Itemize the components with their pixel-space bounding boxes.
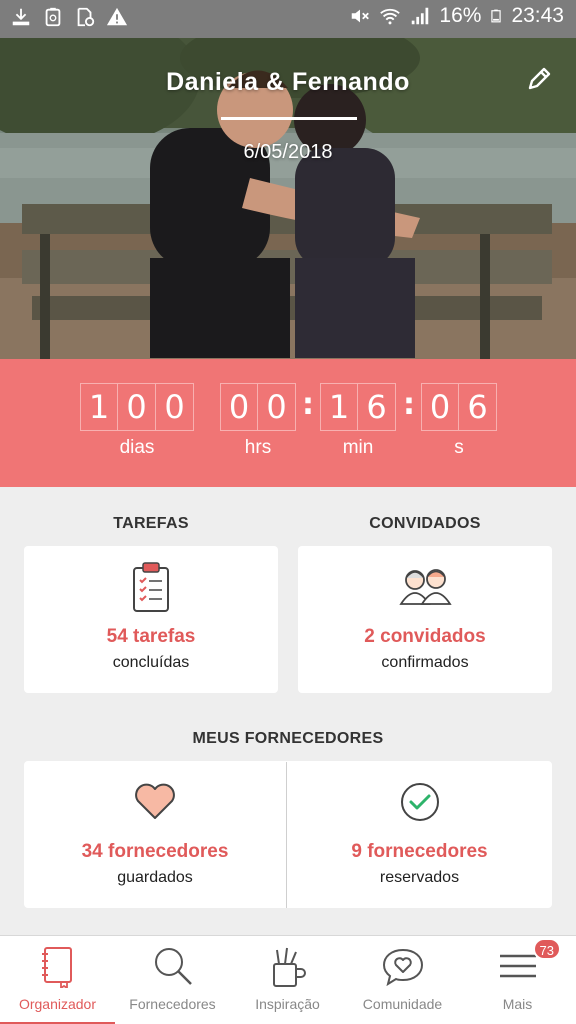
minutes-label: min (342, 437, 374, 458)
seconds-label: s (454, 437, 464, 458)
saved-vendors-count: 34 fornecedores (81, 841, 229, 862)
tarefas-count: 54 tarefas (106, 626, 196, 647)
heart-icon (135, 783, 175, 819)
status-bar-right: 16% 23:43 (349, 4, 564, 28)
nav-organizador[interactable]: Organizador (0, 936, 115, 1024)
seconds-digit: 0 (421, 383, 459, 431)
minutes-digit: 6 (358, 383, 396, 431)
colon-separator: : (302, 387, 314, 422)
countdown-minutes: 1 6 (320, 383, 396, 431)
pencil-cup-icon (272, 947, 306, 987)
status-bar: 16% 23:43 (0, 0, 576, 38)
download-icon (12, 8, 30, 26)
colon-separator: : (403, 387, 415, 422)
nav-label-fornecedores: Fornecedores (129, 996, 216, 1012)
countdown-hours: 0 0 (220, 383, 296, 431)
hours-label: hrs (244, 437, 272, 458)
guests-icon (399, 569, 452, 605)
tarefas-sub: concluídas (112, 654, 190, 671)
days-digit: 0 (156, 383, 194, 431)
clipboard-checklist-icon (133, 562, 169, 612)
warning-icon (106, 7, 128, 26)
reserved-vendors[interactable]: 9 fornecedores reservados (287, 761, 552, 908)
hours-digit: 0 (220, 383, 258, 431)
nav-comunidade[interactable]: Comunidade (345, 936, 460, 1024)
convidados-header: CONVIDADOS (369, 515, 481, 532)
nav-label-organizador: Organizador (18, 996, 97, 1012)
status-time: 23:43 (511, 4, 564, 27)
saved-vendors[interactable]: 34 fornecedores guardados (24, 761, 286, 908)
nav-label-inspiracao: Inspiração (255, 996, 320, 1012)
notification-badge: 73 (532, 938, 561, 960)
saved-vendors-sub: guardados (117, 869, 193, 886)
wedding-date: 6/05/2018 (243, 141, 333, 163)
nav-fornecedores[interactable]: Fornecedores (115, 936, 230, 1024)
signal-icon (412, 7, 429, 25)
status-bar-left (10, 6, 128, 28)
pencil-icon[interactable] (524, 64, 554, 94)
check-circle-icon (400, 783, 439, 821)
recycle-icon (45, 7, 61, 27)
bottom-navigation: Organizador Fornecedores Inspiração Comu… (0, 935, 576, 1024)
file-clock-icon (77, 7, 95, 27)
convidados-sub: confirmados (381, 654, 469, 671)
reserved-vendors-sub: reservados (379, 869, 460, 886)
countdown-days: 1 0 0 (80, 383, 194, 431)
minutes-digit: 1 (320, 383, 358, 431)
hours-digit: 0 (258, 383, 296, 431)
nav-mais[interactable]: 73 Mais (460, 936, 575, 1024)
tarefas-header: TAREFAS (113, 515, 189, 532)
convidados-count: 2 convidados (364, 626, 486, 647)
tarefas-card[interactable]: 54 tarefas concluídas (24, 546, 278, 693)
wifi-icon (380, 8, 401, 25)
convidados-card[interactable]: 2 convidados confirmados (298, 546, 552, 693)
mute-icon (352, 9, 370, 23)
nav-label-comunidade: Comunidade (362, 996, 443, 1012)
reserved-vendors-count: 9 fornecedores (351, 841, 488, 862)
battery-icon (491, 9, 502, 23)
couple-names: Daniela & Fernando (166, 68, 410, 96)
fornecedores-header: MEUS FORNECEDORES (192, 730, 384, 747)
countdown-panel: 1 0 0 0 0 : 1 6 : 0 6 dias hrs min s (0, 359, 576, 487)
notebook-icon (41, 947, 72, 988)
title-underline (221, 117, 357, 120)
chat-heart-icon (382, 948, 423, 987)
battery-percent: 16% (439, 4, 482, 27)
couple-hero: Daniela & Fernando 6/05/2018 (0, 38, 576, 359)
days-digit: 0 (118, 383, 156, 431)
countdown-seconds: 0 6 (421, 383, 497, 431)
seconds-digit: 6 (459, 383, 497, 431)
days-label: dias (119, 437, 155, 458)
nav-label-mais: Mais (502, 996, 533, 1012)
nav-inspiracao[interactable]: Inspiração (230, 936, 345, 1024)
search-icon (154, 948, 192, 985)
days-digit: 1 (80, 383, 118, 431)
